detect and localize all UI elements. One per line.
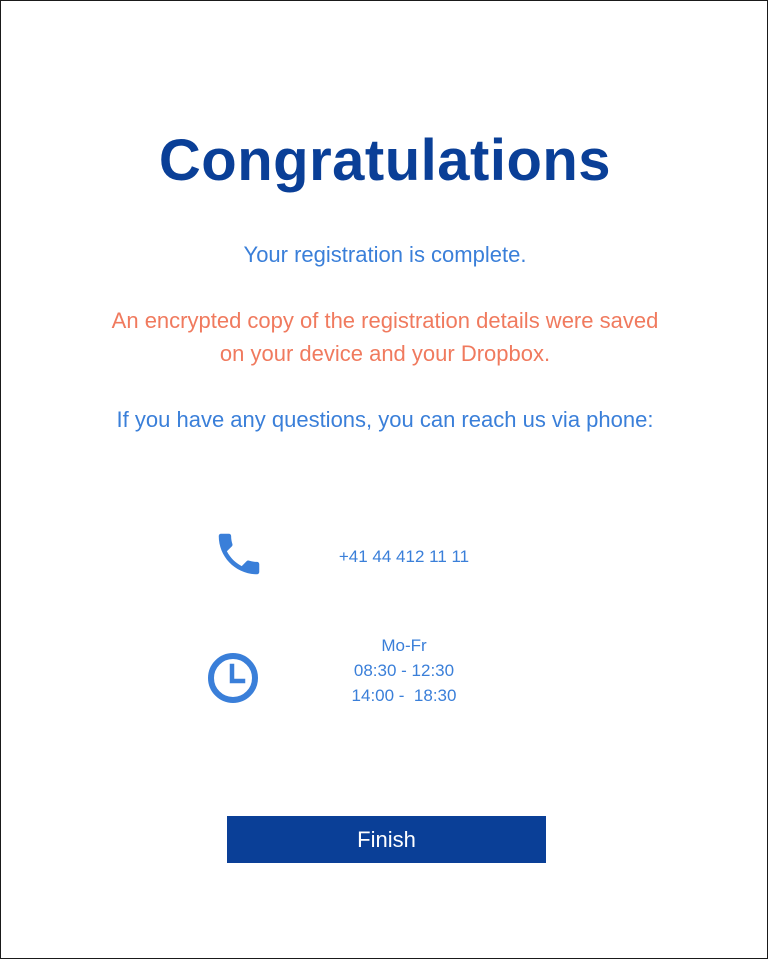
phone-number[interactable]: +41 44 412 11 11 bbox=[284, 546, 524, 568]
contact-intro-text: If you have any questions, you can reach… bbox=[116, 407, 654, 432]
page-title: Congratulations bbox=[158, 128, 612, 193]
encrypted-copy-notice: An encrypted copy of the registration de… bbox=[111, 308, 659, 366]
registration-complete-message: Your registration is complete. bbox=[243, 242, 527, 267]
office-hours-morning: 08:30 - 12:30 bbox=[353, 661, 455, 680]
clock-icon bbox=[206, 651, 260, 705]
office-hours: Mo-Fr 08:30 - 12:30 14:00 - 18:30 bbox=[284, 633, 524, 708]
office-hours-days: Mo-Fr bbox=[381, 636, 427, 655]
phone-icon bbox=[211, 527, 267, 581]
registration-complete-screen: Congratulations Your registration is com… bbox=[0, 0, 768, 959]
finish-button[interactable]: Finish bbox=[227, 816, 546, 863]
office-hours-afternoon: 14:00 - 18:30 bbox=[351, 686, 457, 705]
